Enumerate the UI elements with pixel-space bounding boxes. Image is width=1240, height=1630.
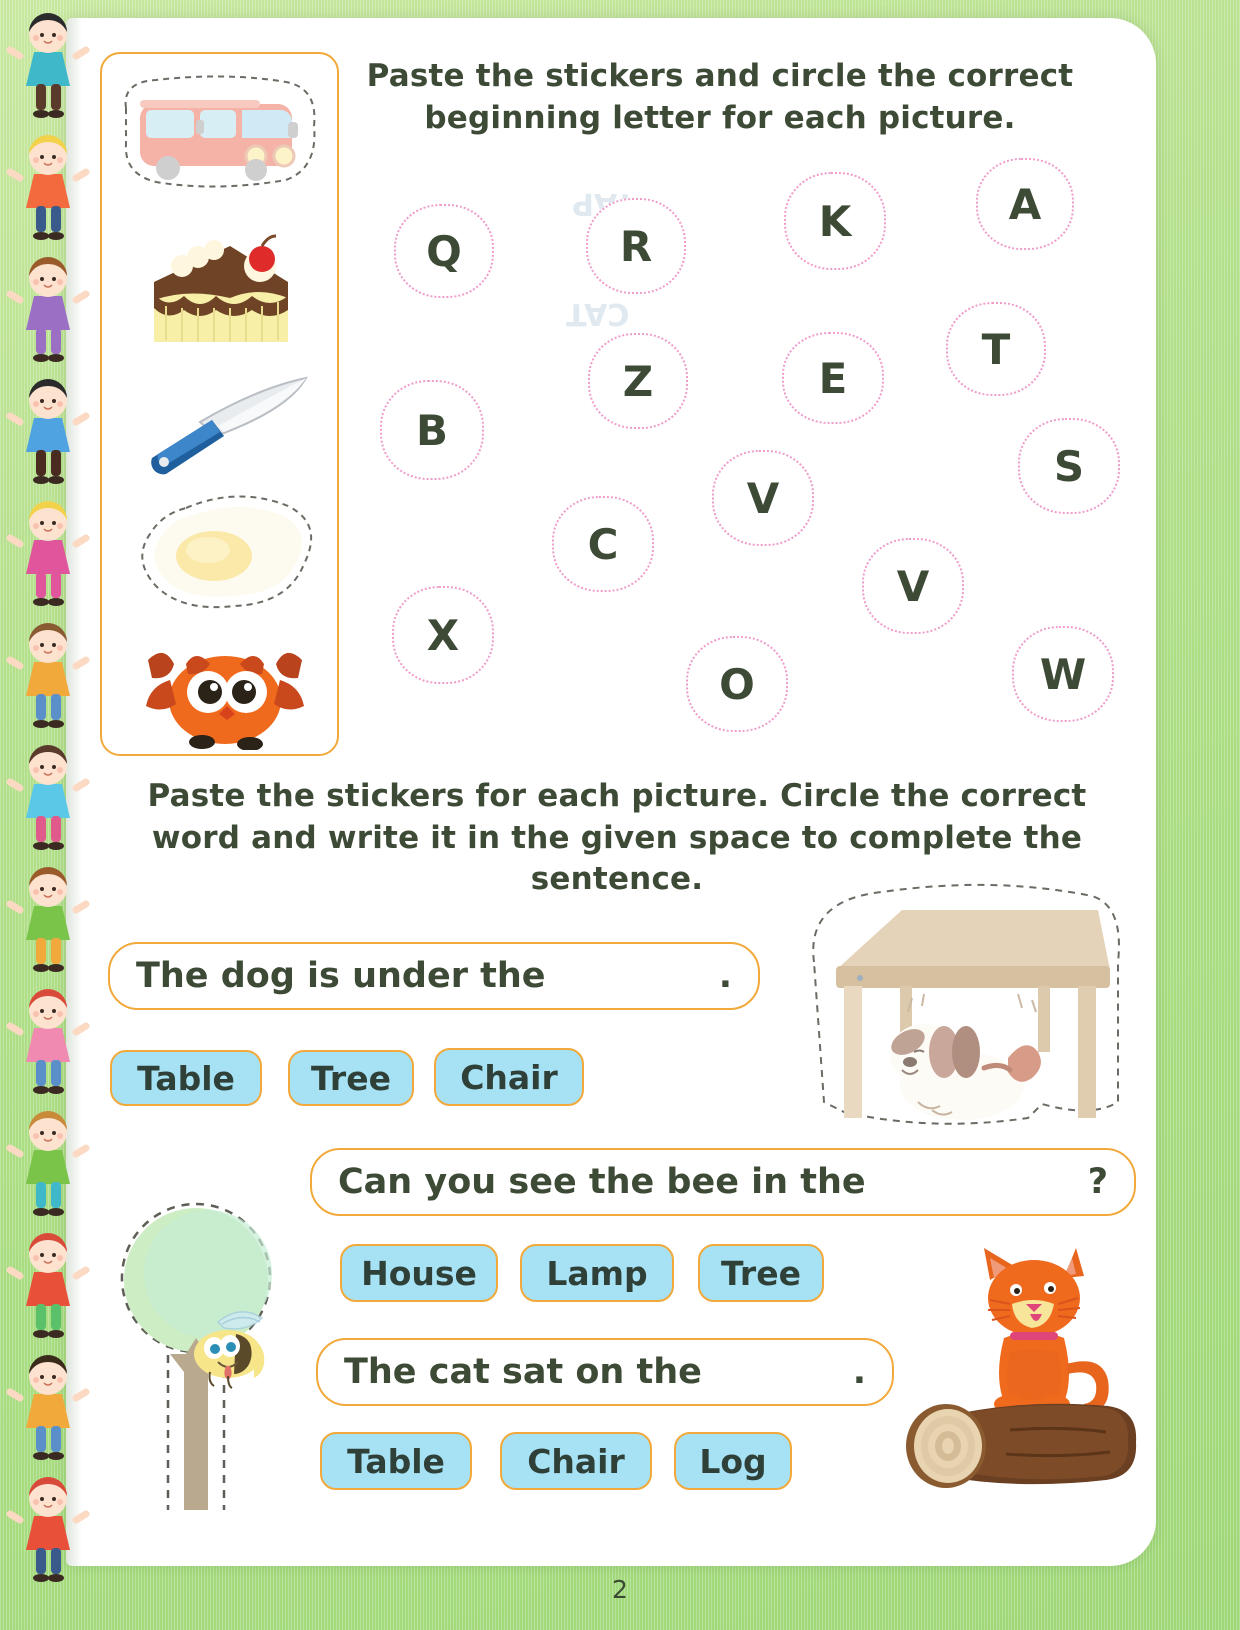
sentence-dog-text: The dog is under the	[136, 956, 546, 996]
option-chip-tree-2[interactable]: Tree	[698, 1244, 824, 1302]
kid-girl-red	[6, 980, 90, 1100]
bus-sticker[interactable]	[116, 68, 322, 198]
kid-boy-orange	[6, 126, 90, 246]
option-chip-table-3[interactable]: Table	[320, 1432, 472, 1490]
ghost-text-2: CAT	[566, 296, 629, 331]
letter-bubble-s-8[interactable]: S	[1018, 418, 1120, 514]
letter-bubble-z-4[interactable]: Z	[588, 333, 688, 429]
letter-bubble-e-5[interactable]: E	[782, 332, 884, 424]
option-chip-lamp-2[interactable]: Lamp	[520, 1244, 674, 1302]
letter-bubble-c-10[interactable]: C	[552, 496, 654, 592]
egg-sticker[interactable]	[128, 484, 324, 624]
cake-sticker[interactable]	[138, 224, 308, 354]
dog-under-table-icon	[792, 866, 1122, 1136]
kid-girl-purple	[6, 248, 90, 368]
cake-icon	[138, 224, 308, 354]
child-figure-icon	[6, 736, 90, 856]
letter-bubble-o-13[interactable]: O	[686, 636, 788, 732]
child-figure-icon	[6, 370, 90, 490]
sentence-cat-text: The cat sat on the	[344, 1352, 702, 1392]
kid-girl-teal	[6, 4, 90, 124]
child-figure-icon	[6, 248, 90, 368]
bee-in-tree-illustration[interactable]	[74, 1158, 318, 1514]
letter-bubble-t-6[interactable]: T	[946, 302, 1046, 396]
child-figure-icon	[6, 858, 90, 978]
bus-icon	[116, 68, 322, 198]
instruction-1: Paste the stickers and circle the correc…	[350, 56, 1090, 139]
letter-bubble-v-9[interactable]: V	[712, 450, 814, 546]
dog-under-table-illustration[interactable]	[792, 866, 1122, 1136]
child-figure-icon	[6, 614, 90, 734]
sentence-dog-box[interactable]: The dog is under the .	[108, 942, 760, 1010]
sentence-dog-endmark: .	[719, 956, 732, 996]
child-figure-icon	[6, 4, 90, 124]
knife-icon	[138, 366, 318, 476]
sentence-bee-text: Can you see the bee in the	[338, 1162, 866, 1202]
option-chip-log-3[interactable]: Log	[674, 1432, 792, 1490]
letter-bubble-w-14[interactable]: W	[1012, 626, 1114, 722]
letter-bubble-r-1[interactable]: R	[586, 198, 686, 294]
sentence-cat-endmark: .	[853, 1352, 866, 1392]
child-figure-icon	[6, 980, 90, 1100]
egg-icon	[128, 484, 324, 624]
owl-sticker[interactable]	[130, 634, 320, 750]
sticker-panel	[100, 52, 339, 756]
kid-boy-denim	[6, 614, 90, 734]
kid-girl-pink	[6, 492, 90, 612]
letter-bubble-v-11[interactable]: V	[862, 538, 964, 634]
option-chip-chair-1[interactable]: Chair	[434, 1048, 584, 1106]
letter-bubble-x-12[interactable]: X	[392, 586, 494, 684]
child-figure-icon	[6, 492, 90, 612]
letter-bubble-b-7[interactable]: B	[380, 380, 484, 480]
option-chip-chair-3[interactable]: Chair	[500, 1432, 652, 1490]
cat-on-log-icon	[890, 1236, 1140, 1498]
kid-boy-blue	[6, 370, 90, 490]
bee-in-tree-icon	[74, 1158, 318, 1514]
knife-sticker[interactable]	[138, 366, 318, 476]
letter-bubble-q-0[interactable]: Q	[394, 204, 494, 298]
option-chip-tree-1[interactable]: Tree	[288, 1050, 414, 1106]
option-chip-table-1[interactable]: Table	[110, 1050, 262, 1106]
sentence-cat-box[interactable]: The cat sat on the .	[316, 1338, 894, 1406]
option-chip-house-2[interactable]: House	[340, 1244, 498, 1302]
page-number: 2	[0, 1575, 1240, 1604]
cat-on-log-illustration[interactable]	[890, 1236, 1140, 1498]
kid-girl-blue	[6, 736, 90, 856]
kid-girl-green	[6, 858, 90, 978]
letter-bubble-k-2[interactable]: K	[784, 172, 886, 270]
sentence-bee-endmark: ?	[1088, 1162, 1108, 1202]
sentence-bee-box[interactable]: Can you see the bee in the ?	[310, 1148, 1136, 1216]
child-figure-icon	[6, 126, 90, 246]
letter-bubble-a-3[interactable]: A	[976, 158, 1074, 250]
owl-icon	[130, 634, 320, 750]
